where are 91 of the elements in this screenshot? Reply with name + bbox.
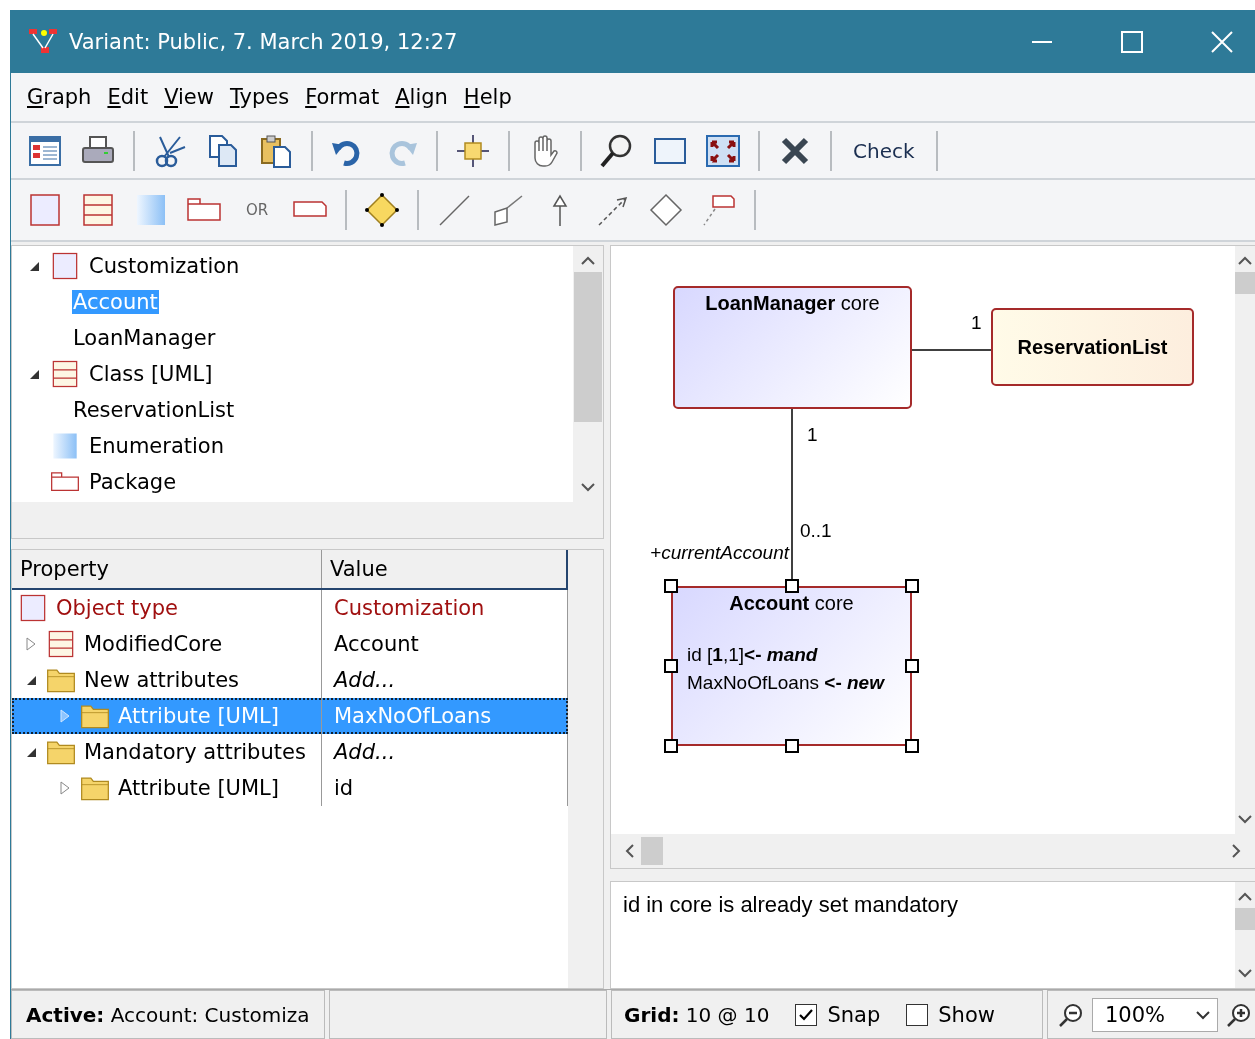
scrollbar-thumb[interactable] <box>574 272 602 422</box>
property-name: Attribute [UML] <box>118 776 279 800</box>
multiplicity-label: 1 <box>971 312 982 334</box>
snap-checkbox[interactable]: Snap <box>795 1002 881 1027</box>
multiplicity-label: 1 <box>807 424 818 446</box>
property-value: Customization <box>334 596 485 620</box>
role-label: +currentAccount <box>650 542 789 564</box>
scrollbar-thumb[interactable] <box>1235 908 1255 931</box>
tree-item[interactable]: Class [UML] <box>88 362 214 386</box>
close-icon[interactable] <box>1210 29 1234 54</box>
expand-arrow-icon[interactable] <box>28 260 40 272</box>
expand-arrow-icon[interactable] <box>28 368 40 380</box>
window-title: Variant: Public, 7. March 2019, 12:27 <box>69 29 459 54</box>
zoom-out-icon[interactable] <box>1058 1001 1084 1028</box>
zoom-in-icon[interactable] <box>1226 1001 1252 1028</box>
property-row[interactable]: Attribute [UML] id <box>12 770 568 806</box>
property-value: Add... <box>334 740 396 764</box>
diamond-icon[interactable] <box>648 192 684 228</box>
property-name: Attribute [UML] <box>118 704 279 728</box>
property-value: Add... <box>334 668 396 692</box>
resize-handle[interactable] <box>905 659 919 673</box>
resize-handle[interactable] <box>664 579 678 593</box>
or-button[interactable]: OR <box>239 201 275 219</box>
property-value: Account <box>334 632 419 656</box>
property-value: id <box>334 776 354 800</box>
message-text: id in core is already set mandatory <box>622 891 960 920</box>
menu-item[interactable]: Format <box>299 81 386 113</box>
node-crosshair-icon[interactable] <box>455 132 491 169</box>
enumeration-icon <box>50 431 80 461</box>
resize-handle[interactable] <box>784 579 799 593</box>
resize-handle[interactable] <box>784 739 799 753</box>
tree-item[interactable]: Package <box>88 470 178 494</box>
property-row[interactable]: Mandatory attributes Add... <box>12 734 568 770</box>
scroll-left-icon[interactable] <box>623 843 635 860</box>
tree-item[interactable]: Enumeration <box>88 434 225 458</box>
class-box-icon[interactable] <box>80 192 116 228</box>
class-icon <box>46 629 76 659</box>
scroll-up-icon[interactable] <box>1237 254 1253 266</box>
menu-item[interactable]: Align <box>389 81 454 113</box>
grid-status: Grid: 10 @ 10 <box>624 1002 770 1027</box>
menu-item[interactable]: Graph <box>21 81 98 113</box>
paste-icon[interactable] <box>258 132 294 169</box>
resize-handle[interactable] <box>664 739 678 753</box>
multiplicity-label: 0..1 <box>800 520 832 542</box>
dashed-note-icon[interactable] <box>701 192 737 228</box>
class-node[interactable]: ReservationList <box>991 308 1194 386</box>
scrollbar-thumb[interactable] <box>1235 272 1255 294</box>
scrollbar-thumb[interactable] <box>641 837 663 866</box>
scroll-down-icon[interactable] <box>1237 968 1253 980</box>
maximize-icon[interactable] <box>1120 29 1144 54</box>
menu-item[interactable]: View <box>158 81 220 113</box>
property-name: Object type <box>56 596 178 620</box>
zoom-dropdown[interactable]: 100% <box>1092 997 1218 1032</box>
scroll-up-icon[interactable] <box>1237 890 1253 903</box>
menu-item[interactable]: Help <box>457 81 518 113</box>
node-title: ReservationList <box>1017 335 1168 359</box>
property-row[interactable]: ModifiedCore Account <box>12 626 568 662</box>
check-button[interactable]: Check <box>849 136 919 165</box>
property-name: New attributes <box>84 668 240 692</box>
property-name: ModifiedCore <box>84 632 223 656</box>
resize-handle[interactable] <box>664 659 678 673</box>
show-checkbox[interactable]: Show <box>906 1002 995 1027</box>
menu-item[interactable]: Edit <box>101 81 155 113</box>
menu-item[interactable]: Types <box>223 81 296 113</box>
tree-item[interactable]: ReservationList <box>72 398 236 422</box>
scroll-down-icon[interactable] <box>580 482 596 494</box>
resize-handle[interactable] <box>905 739 919 753</box>
property-name: Mandatory attributes <box>84 740 306 764</box>
fit-window-icon[interactable] <box>705 132 741 169</box>
column-header[interactable]: Property <box>12 550 322 588</box>
class-icon <box>50 359 80 389</box>
customization-box-icon[interactable] <box>27 192 63 228</box>
resize-handle[interactable] <box>905 579 919 593</box>
active-status: Active: Account: Customiza <box>26 1002 310 1027</box>
scroll-right-icon[interactable] <box>1231 843 1243 860</box>
diamond-node-icon[interactable] <box>364 192 400 228</box>
attribute-text: id [1,1]<- mand <box>687 643 819 667</box>
class-node[interactable]: Account core id [1,1]<- mand MaxNoOfLoans <- new <box>671 586 912 746</box>
customization-icon <box>18 593 48 623</box>
attribute-text: MaxNoOfLoans <- new <box>687 671 886 695</box>
customization-icon <box>50 251 80 281</box>
property-value: MaxNoOfLoans <box>334 704 492 728</box>
node-title: Account core <box>728 591 855 615</box>
scroll-up-icon[interactable] <box>580 254 596 266</box>
column-header[interactable]: Value <box>322 550 568 588</box>
class-node[interactable]: LoanManager core <box>673 286 912 409</box>
node-title: LoanManager core <box>704 291 881 315</box>
tree-item[interactable]: LoanManager <box>72 326 217 350</box>
caret-icon <box>1195 1008 1211 1021</box>
property-row[interactable]: Object type Customization <box>12 590 568 626</box>
tree-item[interactable]: Customization <box>88 254 241 278</box>
